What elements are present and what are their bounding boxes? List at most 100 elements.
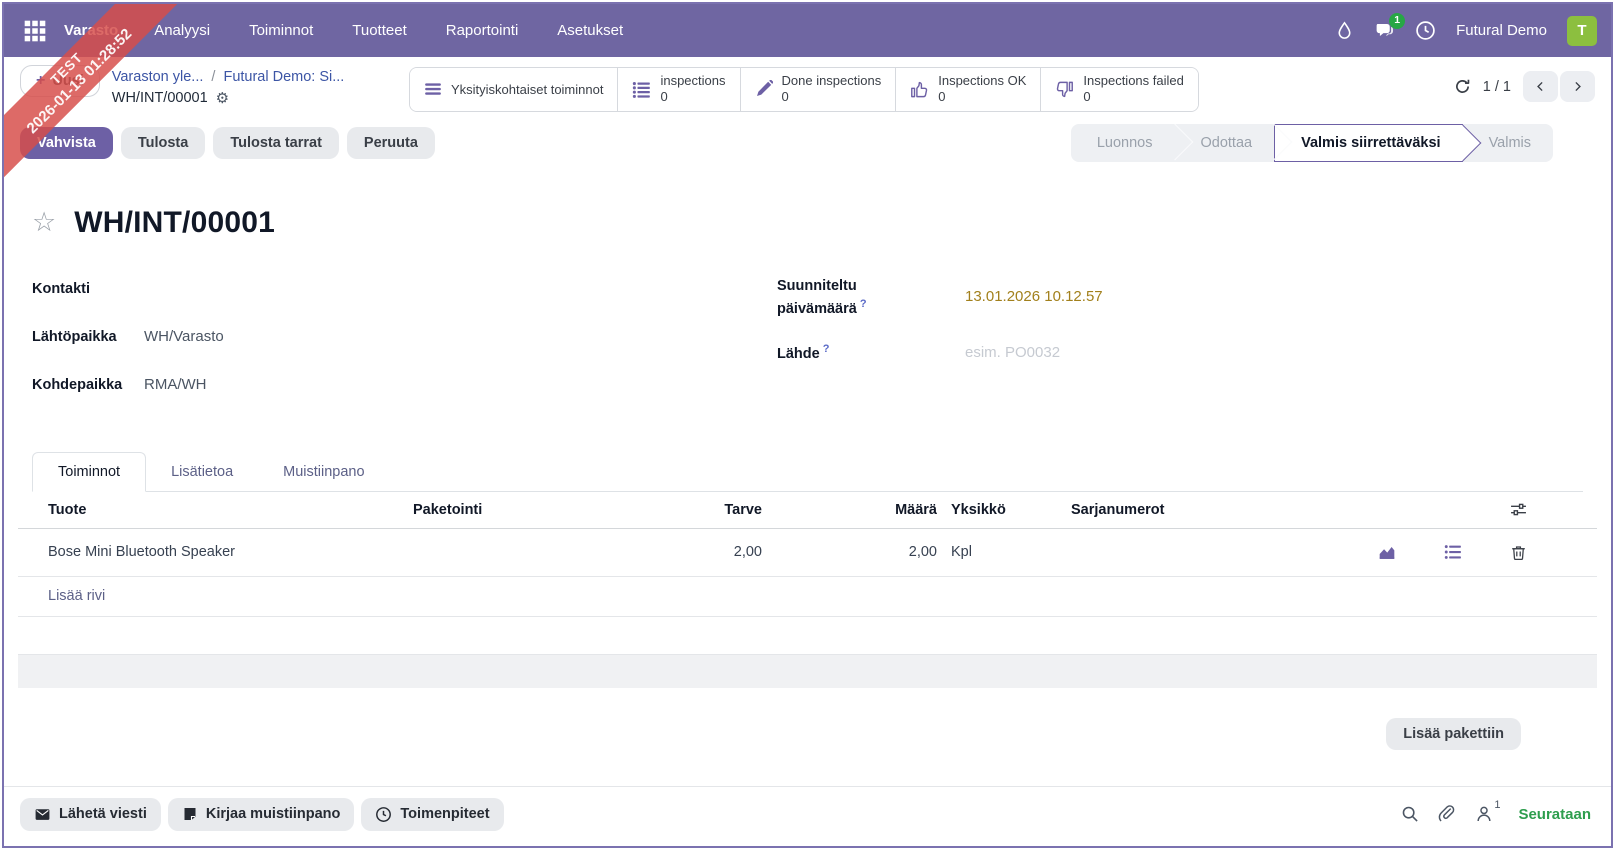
send-message-button[interactable]: Lähetä viesti	[20, 797, 161, 831]
main-menu: Analyysi Toiminnot Tuotteet Raportointi …	[144, 16, 633, 45]
detailed-operations-list-icon[interactable]	[1444, 543, 1462, 561]
adjust-columns-icon[interactable]	[1510, 501, 1527, 518]
current-app-name[interactable]: Varasto	[64, 22, 118, 39]
column-tarve[interactable]: Tarve	[682, 502, 762, 518]
plus-icon: +	[36, 72, 46, 89]
validate-button[interactable]: Vahvista	[20, 126, 113, 159]
inspections-failed-count: 0	[1083, 89, 1091, 105]
app-window: Varasto Analyysi Toiminnot Tuotteet Rapo…	[2, 2, 1613, 848]
status-step-valmis-siirrettavaksi[interactable]: Valmis siirrettäväksi	[1274, 123, 1481, 162]
previous-record-button[interactable]	[1523, 71, 1558, 102]
clock-icon	[375, 806, 392, 823]
tab-muistiinpano[interactable]: Muistiinpano	[258, 453, 389, 491]
gear-icon[interactable]: ⚙	[216, 88, 229, 110]
top-navbar: Varasto Analyysi Toiminnot Tuotteet Rapo…	[4, 4, 1611, 57]
record-title: WH/INT/00001	[74, 205, 276, 239]
field-group-right: Suunniteltu päivämäärä? 13.01.2026 10.12…	[777, 266, 1583, 410]
user-avatar[interactable]: T	[1567, 15, 1597, 46]
print-labels-button[interactable]: Tulosta tarrat	[213, 126, 339, 159]
print-button[interactable]: Tulosta	[120, 126, 206, 159]
empty-row	[18, 617, 1597, 655]
bars-icon	[424, 80, 442, 98]
destination-location-label: Kohdepaikka	[32, 377, 123, 394]
notebook-tabs: Toiminnot Lisätietoa Muistiinpano	[32, 451, 1583, 492]
pencil-icon	[755, 80, 773, 98]
cell-quantity[interactable]: 2,00	[762, 544, 937, 560]
breadcrumb-level-2[interactable]: Futural Demo: Si...	[223, 69, 344, 85]
refresh-icon[interactable]	[1454, 78, 1471, 95]
scheduled-date-field[interactable]: 13.01.2026 10.12.57	[965, 288, 1583, 308]
list-icon	[632, 80, 651, 99]
next-record-button[interactable]	[1560, 71, 1595, 102]
inspections-ok-button[interactable]: Inspections OK 0	[895, 68, 1041, 111]
note-icon	[182, 806, 198, 822]
source-document-label: Lähde?	[777, 343, 830, 363]
new-record-button[interactable]: + Uusi	[20, 65, 100, 97]
status-step-luonnos[interactable]: Luonnos	[1071, 123, 1193, 162]
inspections-failed-button[interactable]: Inspections failed 0	[1040, 68, 1198, 111]
column-sarjanumerot[interactable]: Sarjanumerot	[1057, 502, 1367, 518]
following-toggle[interactable]: Seurataan	[1518, 806, 1591, 823]
attachments-paperclip-icon[interactable]	[1438, 805, 1456, 823]
source-document-field[interactable]: esim. PO0032	[965, 344, 1583, 364]
breadcrumb-level-1[interactable]: Varaston yle...	[112, 69, 204, 85]
table-row[interactable]: Bose Mini Bluetooth Speaker 2,00 2,00 Kp…	[18, 529, 1597, 577]
cell-demand[interactable]: 2,00	[682, 544, 762, 560]
log-note-button[interactable]: Kirjaa muistiinpano	[167, 797, 355, 831]
column-paketointi[interactable]: Paketointi	[397, 502, 682, 518]
table-footer-band	[18, 654, 1597, 688]
source-location-label: Lähtöpaikka	[32, 329, 117, 346]
apps-grid-icon[interactable]	[18, 14, 52, 48]
droplet-icon[interactable]	[1335, 21, 1354, 40]
contact-field[interactable]	[144, 280, 777, 300]
add-to-package-button[interactable]: Lisää pakettiin	[1386, 717, 1521, 750]
column-tuote[interactable]: Tuote	[18, 502, 397, 518]
cell-product[interactable]: Bose Mini Bluetooth Speaker	[18, 544, 397, 560]
source-location-field[interactable]: WH/Varasto	[144, 328, 777, 348]
add-row: Lisää rivi	[18, 577, 1597, 617]
inspections-button[interactable]: inspections 0	[617, 68, 740, 111]
field-group-left: Kontakti Lähtöpaikka WH/Varasto Kohdepai…	[32, 266, 777, 410]
menu-asetukset[interactable]: Asetukset	[547, 16, 633, 45]
menu-analyysi[interactable]: Analyysi	[144, 16, 220, 45]
company-name[interactable]: Futural Demo	[1456, 22, 1547, 39]
menu-tuotteet[interactable]: Tuotteet	[342, 16, 416, 45]
pager-counter: 1 / 1	[1482, 78, 1511, 95]
cancel-button[interactable]: Peruuta	[346, 126, 435, 159]
contact-label: Kontakti	[32, 281, 90, 298]
favorite-star-icon[interactable]: ☆	[32, 209, 56, 236]
envelope-icon	[34, 806, 51, 823]
pager: 1 / 1	[1454, 65, 1595, 102]
destination-location-field[interactable]: RMA/WH	[144, 376, 777, 396]
breadcrumb-current: WH/INT/00001	[111, 90, 208, 107]
chatter-bar: Lähetä viesti Kirjaa muistiinpano Toimen…	[4, 785, 1611, 831]
activities-button[interactable]: Toimenpiteet	[361, 797, 504, 831]
column-yksikko[interactable]: Yksikkö	[937, 502, 1057, 518]
add-line-link[interactable]: Lisää rivi	[18, 588, 1597, 604]
menu-raportointi[interactable]: Raportointi	[436, 16, 529, 45]
tab-toiminnot[interactable]: Toiminnot	[32, 451, 147, 492]
control-panel: + Uusi Varaston yle... / Futural Demo: S…	[4, 57, 1611, 114]
table-header-row: Tuote Paketointi Tarve Määrä Yksikkö Sar…	[18, 492, 1597, 529]
help-icon: ?	[859, 297, 867, 310]
detailed-operations-button[interactable]: Yksityiskohtaiset toiminnot	[410, 68, 618, 111]
done-inspections-button[interactable]: Done inspections 0	[739, 68, 896, 111]
activities-clock-icon[interactable]	[1415, 20, 1436, 41]
search-messages-icon[interactable]	[1401, 805, 1419, 823]
messages-icon[interactable]: 1	[1374, 13, 1406, 41]
cell-unit[interactable]: Kpl	[937, 544, 1057, 560]
scheduled-date-label: Suunniteltu päivämäärä?	[777, 278, 867, 317]
inspections-count: 0	[660, 89, 668, 105]
column-maara[interactable]: Määrä	[762, 502, 937, 518]
stat-button-group: Yksityiskohtaiset toiminnot inspections …	[409, 67, 1199, 112]
breadcrumb: Varaston yle... / Futural Demo: Si... WH…	[112, 65, 345, 110]
operations-table: Tuote Paketointi Tarve Määrä Yksikkö Sar…	[18, 492, 1597, 655]
form-sheet: ☆ WH/INT/00001 Kontakti Lähtöpaikka WH/V…	[4, 206, 1611, 750]
thumbs-down-icon	[1055, 80, 1074, 99]
tab-lisatietoa[interactable]: Lisätietoa	[146, 453, 258, 491]
thumbs-up-icon	[910, 80, 929, 99]
forecast-chart-icon[interactable]	[1378, 543, 1396, 561]
delete-row-icon[interactable]	[1510, 544, 1527, 561]
menu-toiminnot[interactable]: Toiminnot	[239, 16, 323, 45]
followers-icon[interactable]: 1	[1475, 799, 1500, 823]
